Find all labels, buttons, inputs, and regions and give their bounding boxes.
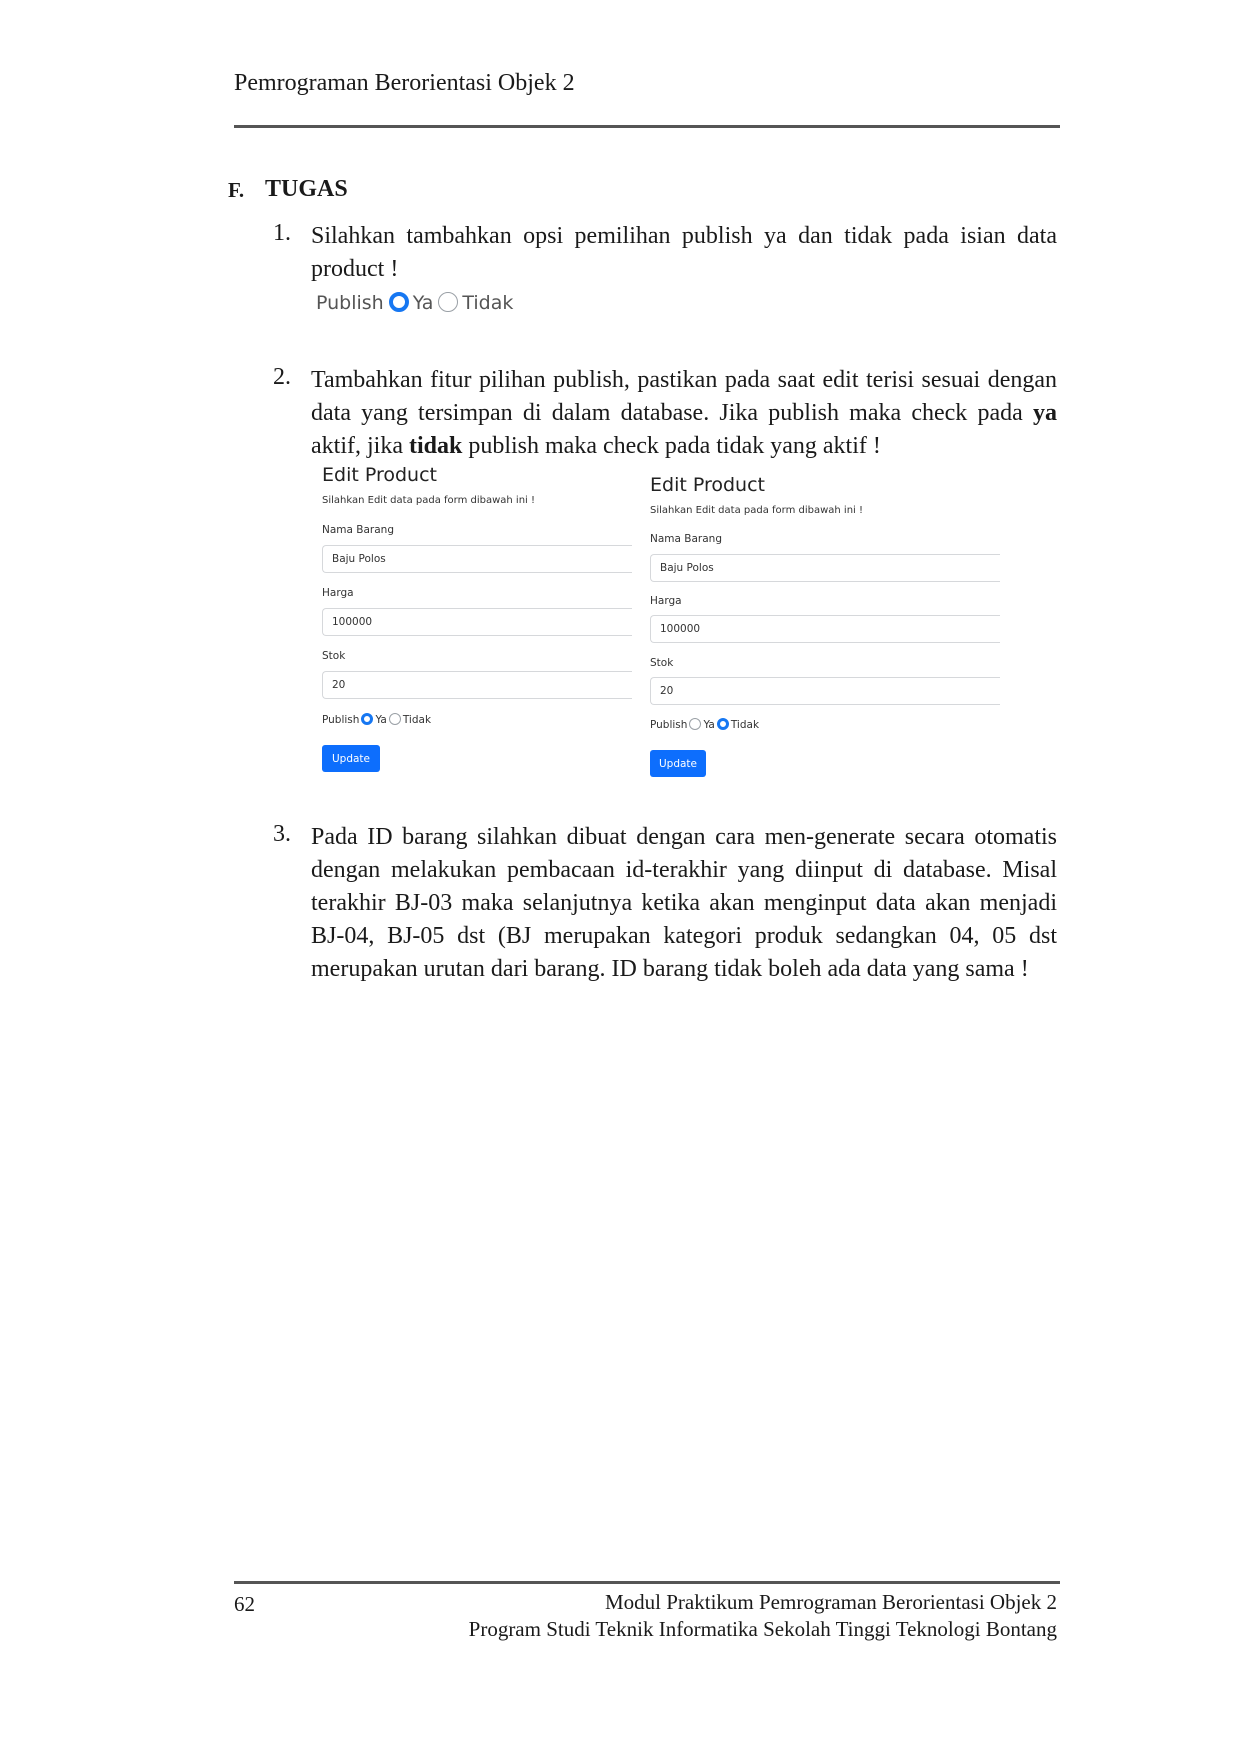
radio-tidak[interactable] (388, 713, 401, 725)
nama-barang-input[interactable]: Baju Polos (322, 545, 632, 573)
update-button[interactable]: Update (650, 750, 706, 777)
running-header: Pemrograman Berorientasi Objek 2 (234, 70, 575, 96)
publish-label: Publish (316, 292, 384, 314)
form-subtitle: Silahkan Edit data pada form dibawah ini… (650, 505, 864, 516)
form-subtitle: Silahkan Edit data pada form dibawah ini… (322, 495, 536, 506)
footer-divider (234, 1581, 1060, 1584)
bold-tidak: tidak (408, 433, 463, 459)
item-1-text: Silahkan tambahkan opsi pemilihan publis… (311, 223, 1057, 282)
radio-ya-selected[interactable] (361, 713, 374, 725)
harga-label: Harga (322, 587, 354, 599)
harga-input[interactable]: 100000 (322, 608, 632, 636)
option-tidak-label: Tidak (730, 719, 760, 731)
footer-program-name: Program Studi Teknik Informatika Sekolah… (468, 1617, 1057, 1641)
radio-tidak[interactable] (438, 291, 459, 312)
stok-input[interactable]: 20 (322, 671, 632, 699)
page-number: 62 (234, 1592, 255, 1616)
publish-row: Publish Ya Tidak (650, 718, 760, 731)
item-3-text: Pada ID barang silahkan dibuat dengan ca… (311, 824, 1057, 982)
stok-label: Stok (650, 657, 674, 669)
stok-input[interactable]: 20 (650, 677, 1000, 705)
radio-ya[interactable] (689, 718, 702, 730)
stok-label: Stok (322, 650, 346, 662)
radio-ya-selected[interactable] (388, 291, 409, 312)
footer-module-title: Modul Praktikum Pemrograman Berorientasi… (604, 1590, 1057, 1614)
nama-barang-label: Nama Barang (322, 524, 394, 536)
nama-barang-label: Nama Barang (650, 533, 722, 545)
nama-barang-input[interactable]: Baju Polos (650, 554, 1000, 582)
item-1-number: 1. (273, 220, 291, 246)
form-title: Edit Product (322, 464, 437, 486)
option-ya-label: Ya (375, 714, 387, 726)
option-ya-label: Ya (412, 292, 434, 314)
publish-label: Publish (322, 714, 360, 726)
item-2-text: Tambahkan fitur pilihan publish, pastika… (311, 367, 1057, 459)
publish-option-demo: Publish Ya Tidak (316, 291, 514, 314)
section-letter: F. (228, 178, 245, 202)
bold-ya: ya (1033, 400, 1057, 426)
section-title: TUGAS (265, 176, 348, 202)
harga-input[interactable]: 100000 (650, 615, 1000, 643)
item-2-number: 2. (273, 364, 291, 390)
form-title: Edit Product (650, 474, 765, 496)
option-ya-label: Ya (703, 719, 715, 731)
publish-row: Publish Ya Tidak (322, 713, 432, 726)
harga-label: Harga (650, 595, 682, 607)
header-divider (234, 125, 1060, 128)
option-tidak-label: Tidak (462, 292, 514, 314)
update-button[interactable]: Update (322, 745, 380, 772)
radio-tidak-selected[interactable] (716, 718, 729, 730)
item-3-number: 3. (273, 821, 291, 847)
publish-label: Publish (650, 719, 688, 731)
edit-product-form-tidak: Edit Product Silahkan Edit data pada for… (650, 472, 1000, 792)
edit-product-form-ya: Edit Product Silahkan Edit data pada for… (322, 462, 632, 782)
option-tidak-label: Tidak (402, 714, 432, 726)
